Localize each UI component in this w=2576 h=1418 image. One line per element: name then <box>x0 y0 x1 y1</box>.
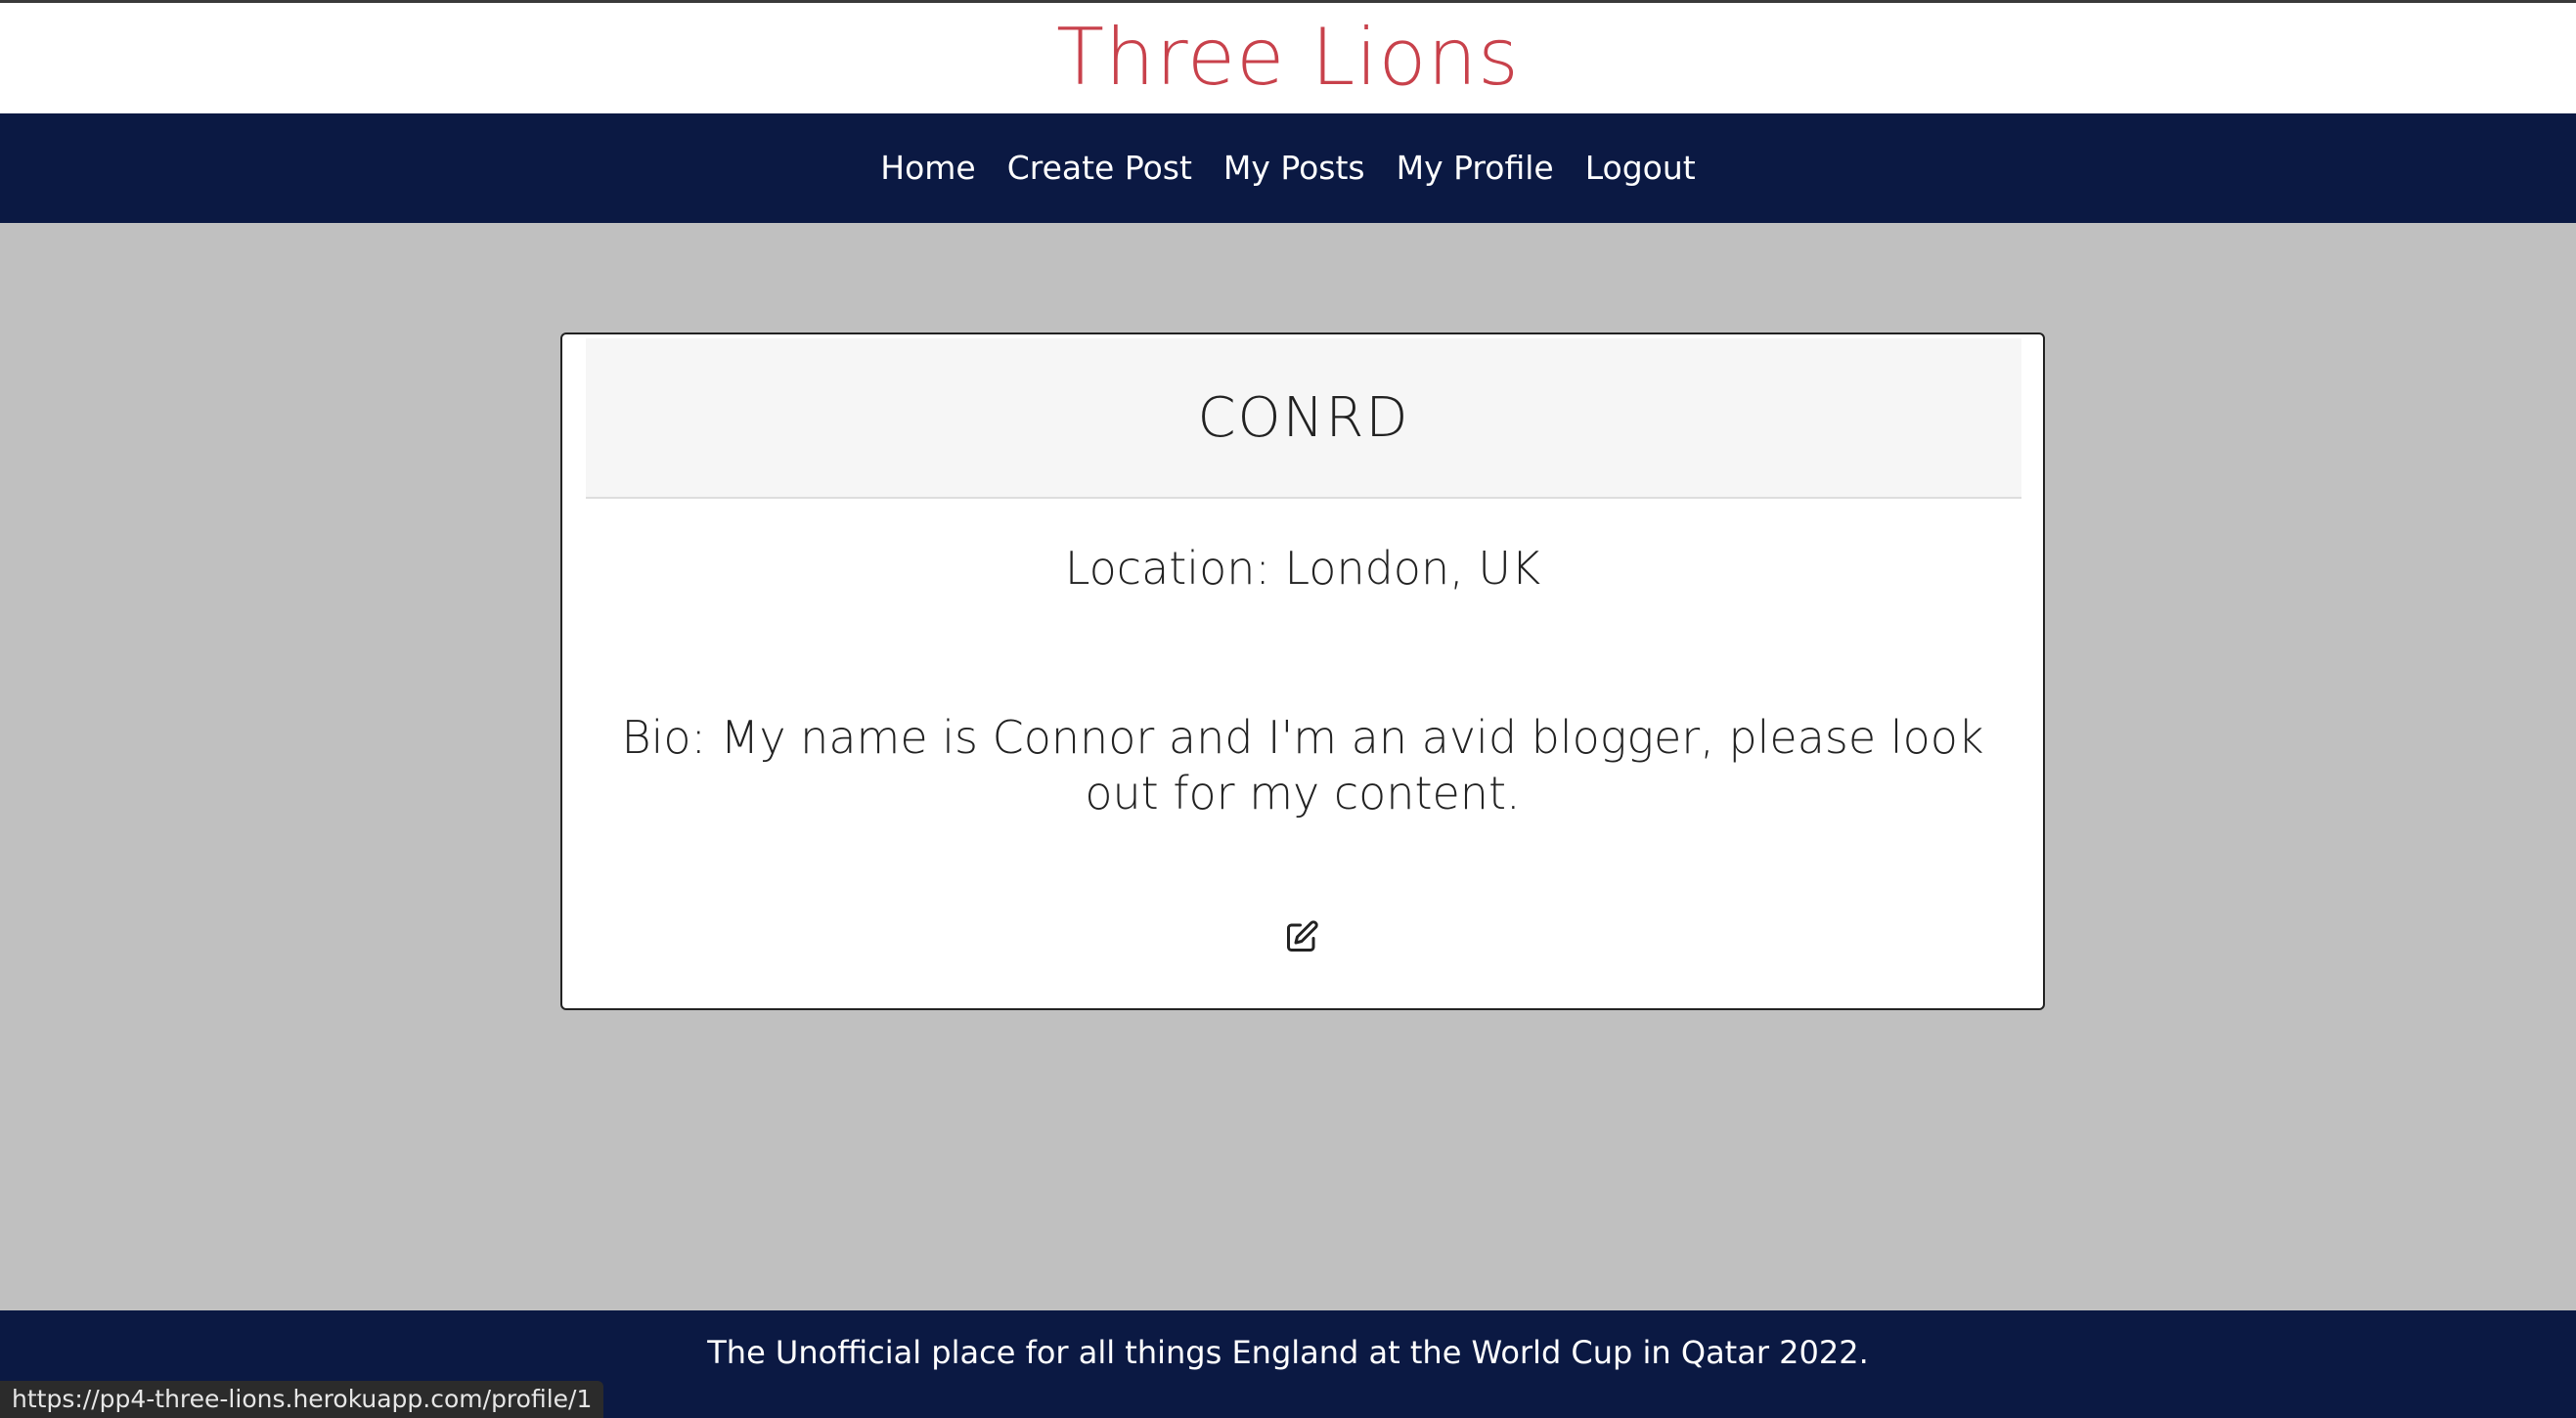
edit-icon <box>1287 920 1318 952</box>
profile-card: CONRD Location: London, UK Bio: My name … <box>560 332 2045 1010</box>
nav-link-my-posts[interactable]: My Posts <box>1223 149 1365 188</box>
nav-link-my-profile[interactable]: My Profile <box>1397 149 1554 188</box>
profile-username: CONRD <box>1197 385 1410 450</box>
nav-link-create-post[interactable]: Create Post <box>1007 149 1192 188</box>
site-header: Three Lions <box>0 0 2576 113</box>
page: Three Lions Home Create Post My Posts My… <box>0 0 2576 1418</box>
nav-link-logout[interactable]: Logout <box>1585 149 1696 188</box>
profile-bio: Bio: My name is Connor and I'm an avid b… <box>621 711 1984 820</box>
browser-status-url: https://pp4-three-lions.herokuapp.com/pr… <box>0 1381 604 1418</box>
profile-card-header: CONRD <box>586 338 2021 499</box>
nav-link-home[interactable]: Home <box>880 149 975 188</box>
footer-text: The Unofficial place for all things Engl… <box>707 1334 1869 1371</box>
main-navbar: Home Create Post My Posts My Profile Log… <box>0 113 2576 223</box>
site-title-link[interactable]: Three Lions <box>1056 11 1520 105</box>
edit-profile-button[interactable] <box>1284 919 1319 954</box>
profile-location: Location: London, UK <box>1064 542 1541 595</box>
